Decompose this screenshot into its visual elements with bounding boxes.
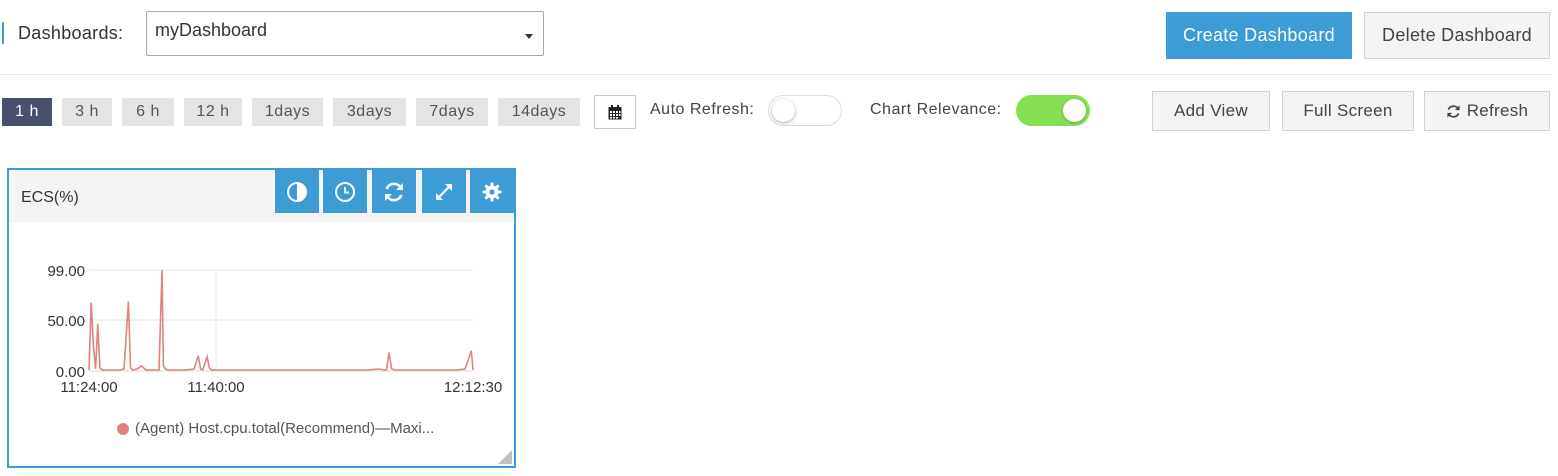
toggle-knob [772, 99, 795, 122]
legend-marker [117, 422, 129, 435]
settings-button[interactable] [470, 170, 514, 213]
contrast-icon [287, 181, 307, 202]
chart-widget: ECS(%) 99.00 50.00 0.00 11:24:00 11:40:0… [7, 168, 516, 468]
add-view-button[interactable]: Add View [1152, 91, 1270, 131]
delete-dashboard-button[interactable]: Delete Dashboard [1364, 12, 1550, 59]
chevron-down-icon [525, 34, 533, 39]
y-tick-label: 50.00 [47, 313, 85, 330]
calendar-icon [608, 104, 622, 119]
y-tick-label: 99.00 [47, 263, 85, 280]
sync-button[interactable] [372, 170, 416, 213]
chart-relevance-label: Chart Relevance: [870, 101, 1002, 118]
create-dashboard-button[interactable]: Create Dashboard [1166, 12, 1352, 59]
time-range-14days[interactable]: 14days [498, 98, 580, 126]
time-range-1h[interactable]: 1 h [2, 98, 52, 126]
contrast-button[interactable] [275, 170, 319, 213]
time-button[interactable] [323, 170, 367, 213]
dashboard-select[interactable]: myDashboard [146, 11, 544, 56]
time-range-7days[interactable]: 7days [416, 98, 488, 126]
time-range-3days[interactable]: 3days [333, 98, 406, 126]
widget-title: ECS(%) [21, 189, 79, 206]
legend-label: (Agent) Host.cpu.total(Recommend)—Maxi..… [135, 420, 435, 437]
time-range-6h[interactable]: 6 h [122, 98, 174, 126]
chart-relevance-toggle[interactable] [1016, 95, 1090, 126]
clock-icon [335, 181, 355, 202]
resize-handle-icon[interactable] [496, 448, 512, 464]
time-range-12h[interactable]: 12 h [184, 98, 242, 126]
section-accent-bar [2, 22, 4, 44]
gear-icon [482, 182, 502, 201]
expand-button[interactable] [422, 170, 466, 213]
time-range-1days[interactable]: 1days [252, 98, 323, 126]
calendar-button[interactable] [594, 95, 636, 129]
sync-icon [385, 182, 403, 201]
full-screen-button[interactable]: Full Screen [1282, 91, 1414, 131]
x-tick-label: 11:24:00 [60, 379, 117, 396]
refresh-icon [1447, 104, 1460, 118]
refresh-button[interactable]: Refresh [1424, 91, 1550, 131]
expand-icon [436, 183, 452, 200]
dashboard-select-value: myDashboard [155, 20, 268, 40]
dashboards-label: Dashboards: [18, 23, 124, 43]
widget-header: ECS(%) [9, 170, 514, 222]
chart-legend[interactable]: (Agent) Host.cpu.total(Recommend)—Maxi..… [117, 420, 434, 437]
refresh-label: Refresh [1466, 101, 1529, 120]
header-divider [0, 74, 1552, 75]
time-range-3h[interactable]: 3 h [62, 98, 112, 126]
x-tick-label: 11:40:00 [187, 379, 244, 396]
toggle-knob [1063, 99, 1086, 122]
auto-refresh-toggle[interactable] [768, 95, 842, 126]
x-tick-label: 12:12:30 [444, 379, 502, 396]
auto-refresh-label: Auto Refresh: [650, 101, 755, 118]
